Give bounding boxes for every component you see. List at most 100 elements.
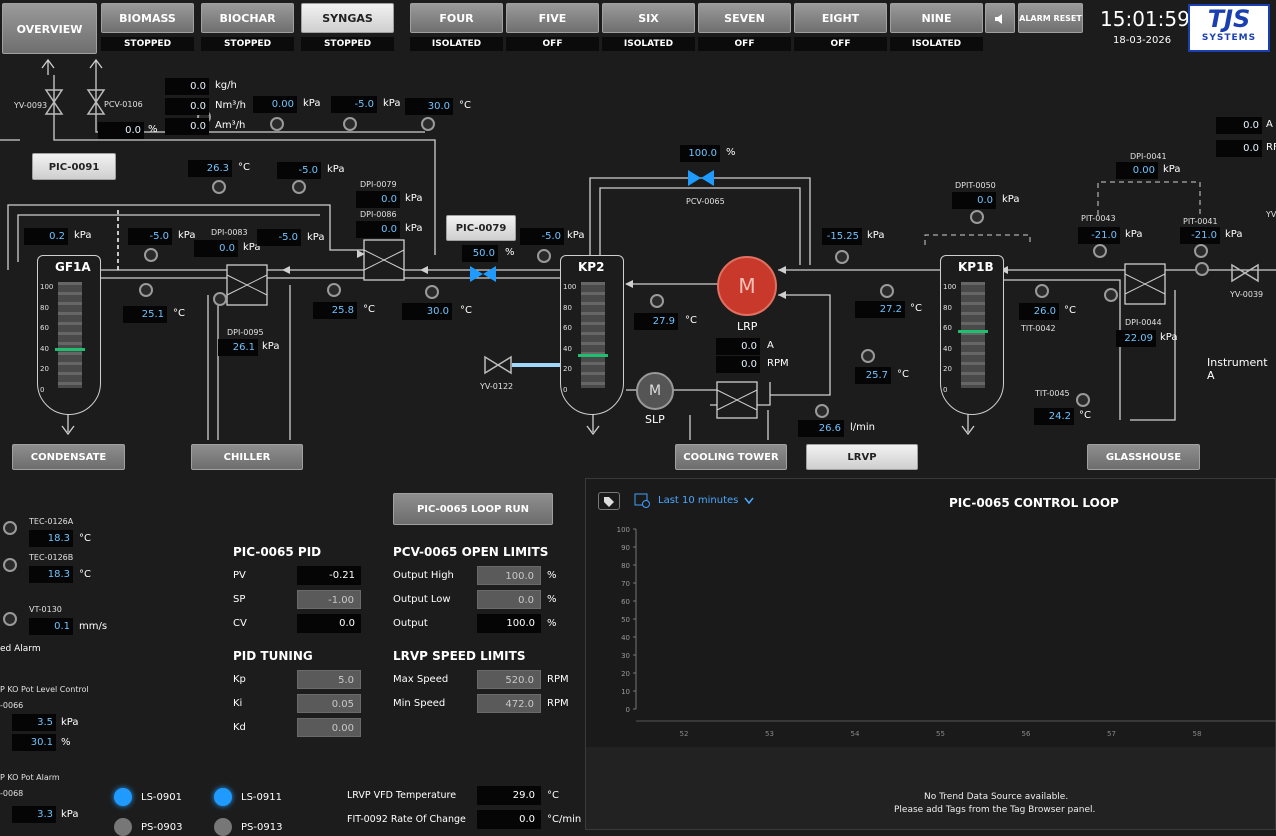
top-temp-1: 30.0 <box>405 98 453 115</box>
glasshouse-water-button[interactable]: GLASSHOUSE WATER <box>1087 444 1200 489</box>
gf1a-scale-tick: 80 <box>40 303 49 312</box>
pressure-gauge-icon <box>880 284 894 298</box>
valve-yv0039-icon[interactable] <box>1230 263 1260 283</box>
temp-263: 26.3 <box>188 160 232 177</box>
dpi0083-value: 0.0 <box>194 240 238 257</box>
chiller-button[interactable]: CHILLER <box>191 444 303 470</box>
kp1b-scale-tick: 0 <box>943 385 948 394</box>
vt0130-gauge-icon <box>3 612 17 626</box>
pressure-mid-line-unit: kPa <box>307 232 325 243</box>
ko-alarm-pressure-value: 3.3 <box>12 806 56 823</box>
kp2-inlet-pressure-unit: kPa <box>567 230 585 241</box>
output-low-input[interactable]: 0.0 <box>477 590 541 609</box>
trend-y-tick: 70 <box>621 580 630 588</box>
ko-pot-level-control: P KO Pot Level Control <box>0 685 89 694</box>
ls0911-indicator <box>214 788 232 806</box>
dpi0095-value: 26.1 <box>218 339 258 356</box>
dpi0086-tag: DPI-0086 <box>360 210 397 219</box>
slp-pump[interactable]: M <box>636 372 674 410</box>
lrvp-button[interactable]: LRVP <box>806 444 918 470</box>
pid-tuning-title: PID TUNING <box>233 649 313 663</box>
flow-kgh-unit: kg/h <box>215 80 237 91</box>
trend-panel: Last 10 minutes PIC-0065 CONTROL LOOP 10… <box>585 478 1276 830</box>
valve-pic0079-icon[interactable] <box>468 264 498 284</box>
pcv0106-unit: % <box>148 124 158 135</box>
pressure-gauge-icon <box>213 292 227 306</box>
flow-am3h-unit: Am³/h <box>215 120 246 131</box>
trend-y-tick: 10 <box>621 688 630 696</box>
temp-272: 27.2 <box>855 301 905 318</box>
trend-x-tick: 56 <box>1022 730 1031 738</box>
min-speed-input[interactable]: 472.0 <box>477 694 541 713</box>
pic0091-button[interactable]: PIC-0091 <box>32 153 116 180</box>
top-pressure-2: -5.0 <box>331 96 377 113</box>
valve-yv0122-icon[interactable] <box>483 355 513 375</box>
yv0122-tag: YV-0122 <box>480 382 514 391</box>
max-speed-input[interactable]: 520.0 <box>477 670 541 689</box>
tec0126b-tag: TEC-0126B <box>29 553 74 562</box>
trend-y-tick: 0 <box>626 706 630 714</box>
output-high-input[interactable]: 100.0 <box>477 566 541 585</box>
kp2-level-indicator <box>578 354 608 358</box>
dpit0050-unit: kPa <box>1002 194 1020 205</box>
pressure-gauge-icon <box>270 117 284 131</box>
trend-x-tick: 53 <box>765 730 774 738</box>
tit0042-tag: TIT-0042 <box>1021 324 1056 333</box>
valve-pcv0106-icon[interactable] <box>86 88 106 116</box>
pcv0065-value: 100.0 <box>680 145 720 162</box>
add-tags-message: Please add Tags from the Tag Browser pan… <box>894 805 1096 815</box>
dpit0050-tag: DPIT-0050 <box>955 181 996 190</box>
trend-x-tick: 54 <box>851 730 860 738</box>
ko-pot-alarm: P KO Pot Alarm <box>0 773 60 782</box>
pressure-gauge-icon <box>970 210 984 224</box>
kp-input[interactable]: 5.0 <box>297 670 361 689</box>
gf1a-scale-tick: 20 <box>40 365 49 373</box>
kd-input[interactable]: 0.00 <box>297 718 361 737</box>
kp2-label: KP2 <box>578 260 605 274</box>
pic0065-loop-run-button[interactable]: PIC-0065 LOOP RUN <box>393 493 553 525</box>
condensate-button[interactable]: CONDENSATE <box>12 444 125 470</box>
pressure-gauge-icon <box>144 248 158 262</box>
gf1a-scale-tick: 60 <box>40 324 49 332</box>
trend-y-tick: 30 <box>621 652 630 660</box>
pcv0106-value: 0.0 <box>98 122 144 139</box>
fit0092-unit: °C/min <box>547 814 582 825</box>
lrp-current-value: 0.0 <box>716 338 760 355</box>
pid-title: PIC-0065 PID <box>233 545 322 559</box>
temp-258: 25.8 <box>313 302 357 319</box>
dpi0044-tag: DPI-0044 <box>1125 318 1162 327</box>
lrvp-speed-limits-title: LRVP SPEED LIMITS <box>393 649 526 663</box>
kp1b-label: KP1B <box>958 260 994 274</box>
pic0079-button[interactable]: PIC-0079 <box>446 215 516 241</box>
pressure-mid-line: -5.0 <box>257 229 301 246</box>
temp-279: 27.9 <box>634 313 678 330</box>
lrp-speed-unit: RPM <box>767 358 789 369</box>
tec0126b-unit: °C <box>79 569 91 580</box>
kp1b-scale-tick: 100 <box>943 283 957 291</box>
pressure-gauge-icon <box>1093 244 1107 258</box>
trend-y-tick: 50 <box>621 616 630 624</box>
temp-300-unit: °C <box>460 305 472 316</box>
fit0092-value: 0.0 <box>477 810 541 829</box>
valve-pcv0065-icon[interactable] <box>686 168 716 188</box>
dpit0050-value: 0.0 <box>952 192 996 209</box>
trend-x-tick: 57 <box>1107 730 1116 738</box>
ko-level-value: 30.1 <box>12 734 56 751</box>
dpi0095-unit: kPa <box>262 341 280 352</box>
temp-272-unit: °C <box>910 303 922 314</box>
gf1a-scale-tick: 40 <box>40 344 49 353</box>
output-unit: % <box>547 618 557 629</box>
open-limits-title: PCV-0065 OPEN LIMITS <box>393 545 549 559</box>
cooling-tower-button[interactable]: COOLING TOWER <box>675 444 787 470</box>
kp1b-scale-tick: 40 <box>943 344 952 353</box>
max-speed-unit: RPM <box>547 674 569 685</box>
lrp-motor[interactable]: M <box>717 256 777 316</box>
sp-input[interactable]: -1.00 <box>297 590 361 609</box>
tec0126a-gauge-icon <box>3 521 17 535</box>
kp-label: Kp <box>233 674 246 685</box>
temp-300: 30.0 <box>402 303 452 320</box>
ki-input[interactable]: 0.05 <box>297 694 361 713</box>
output-high-label: Output High <box>393 570 454 581</box>
trend-y-tick: 20 <box>621 670 630 678</box>
pit0043-value: -21.0 <box>1078 227 1120 244</box>
